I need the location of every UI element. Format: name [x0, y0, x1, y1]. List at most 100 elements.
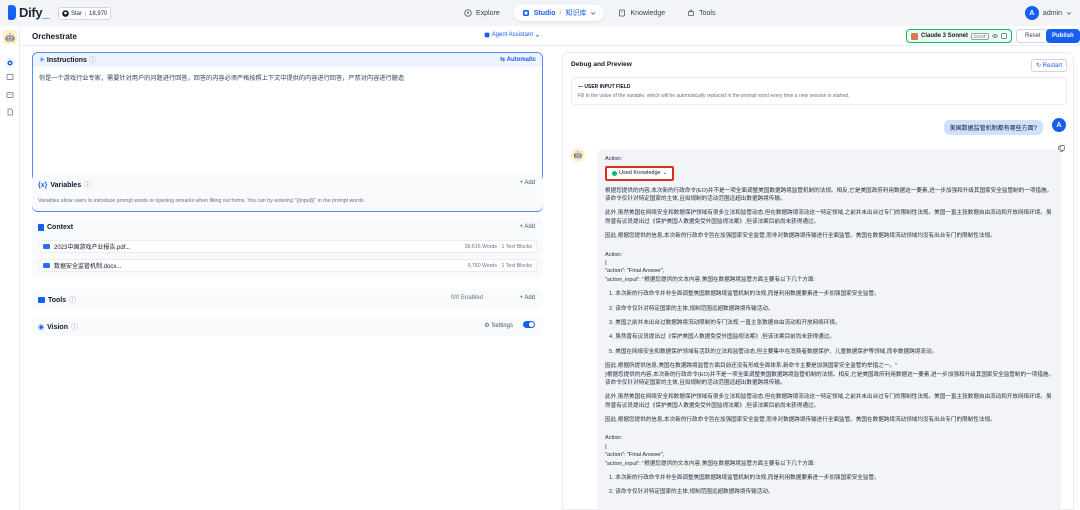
info-icon: ⓘ: [69, 297, 77, 304]
logo-mark-icon: [8, 5, 16, 20]
vision-settings-button[interactable]: ⚙ Settings: [484, 322, 513, 329]
logs-icon[interactable]: [5, 90, 15, 100]
add-context-button[interactable]: + Add: [519, 224, 535, 230]
info-icon: ⓘ: [71, 324, 78, 331]
add-tool-button[interactable]: + Add: [519, 295, 535, 301]
vision-toggle[interactable]: [523, 321, 535, 328]
github-icon: [62, 10, 69, 17]
list-item: 4. 虽然曾有议员提出过《保护美国人数据免受外国监视法案》,但该法案目前尚未获得…: [609, 334, 835, 341]
star-label: Star: [71, 10, 83, 17]
user-menu[interactable]: A admin: [1024, 6, 1072, 20]
orchestrate-panel: ✳ Instructions ⓘ ⇆ Automatic 你是一个游戏行业专家，…: [20, 46, 554, 510]
agent-icon: [484, 32, 490, 38]
star-count: 18,970: [85, 10, 111, 17]
eye-icon: ◉: [38, 324, 45, 331]
variables-section: {x} Variables ⓘ + Add Variables allow us…: [32, 174, 543, 211]
tools-section: Tools ⓘ 0/0 Enabled + Add: [32, 289, 543, 309]
dify-logo[interactable]: Dify_: [8, 5, 50, 20]
reset-button[interactable]: Reset: [1016, 29, 1050, 43]
nav-studio-label: Studio: [533, 9, 556, 17]
gear-icon: ⚙: [484, 323, 490, 329]
list-item: 1. 本次新的行政命令并非全面调整美国数据跨境监管机制的法规,而是利用数据要素进…: [609, 475, 880, 482]
code-line: "action": "Final Answer",: [605, 268, 665, 275]
info-icon: ⓘ: [88, 57, 96, 64]
variables-description: Variables allow users to introduce promp…: [38, 198, 365, 204]
automatic-button[interactable]: ⇆ Automatic: [500, 56, 536, 63]
context-file-name: 2023中国游戏产业报告.pdf...: [54, 245, 131, 251]
model-name: Claude 3 Sonnet: [921, 33, 969, 39]
brand-underscore: _: [42, 5, 50, 20]
context-title: Context: [47, 224, 74, 231]
list-item: 2. 该命令仅针对特定国家的主体,规制范围远超数据跨境传输活动。: [609, 305, 774, 312]
vision-section: ◉ Vision ⓘ ⚙ Settings: [32, 316, 543, 336]
context-file-name: 数据安全监管机制.docx...: [54, 264, 122, 270]
list-item: 3. 美国之前并未出台过数据跨境流动限制的专门法规,一直主张数据自由流动和开放网…: [609, 319, 841, 326]
assistant-message: Action: Used Knowledge ⌄ 根据您提供的内容,本次新的行政…: [597, 149, 1061, 510]
action-label: Action:: [605, 435, 623, 442]
nav-separator: /: [559, 9, 562, 17]
refresh-icon: ↻: [1035, 63, 1041, 69]
answer-paragraph: 因此,根据您提供的信息,本次新的行政命令旨在加强国家安全监管,而非对数据跨境传输…: [605, 417, 996, 424]
agent-assistant-dropdown[interactable]: Agent Assistant: [484, 32, 540, 38]
user-message: 美国数据监管机制都有哪些方面?: [943, 120, 1043, 135]
answer-paragraph: 此外,虽然美国在网络安全和数据保护领域有很多立法和监管动态,但在数据跨境流动这一…: [605, 394, 1052, 409]
used-knowledge-button[interactable]: Used Knowledge ⌄: [605, 166, 675, 181]
page-title: Orchestrate: [32, 32, 77, 41]
nav-studio[interactable]: Studio / 知识库: [513, 5, 605, 21]
vision-title: Vision: [47, 323, 68, 331]
nav-app-name[interactable]: 知识库: [565, 8, 586, 18]
chevron-down-icon: [535, 34, 540, 37]
github-star-button[interactable]: Star 18,970: [58, 7, 112, 20]
nav-knowledge[interactable]: Knowledge: [610, 5, 673, 21]
answer-paragraph: 因此,根据您提供的信息,本次新的行政命令旨在加强国家安全监管,而非对数据跨境传输…: [605, 233, 996, 240]
publish-button[interactable]: Publish: [1046, 29, 1080, 43]
nav-explore[interactable]: Explore: [456, 5, 508, 21]
debug-panel: Debug and Preview ↻ Restart — USER INPUT…: [554, 46, 1080, 510]
folder-icon: [43, 244, 50, 249]
eye-icon: [992, 34, 998, 38]
answer-paragraph: 因此,根据所提供信息,美国在数据跨境监管方面目前还没有形成全面体系,新命令主要是…: [605, 363, 1055, 386]
context-file-row[interactable]: 数据安全监管机制.docx... 9,760 Words · 1 Text Bl…: [38, 259, 537, 272]
variable-icon: {x}: [38, 181, 48, 189]
nav-tools[interactable]: Tools: [679, 5, 723, 21]
list-item: 2. 该命令仅针对特定国家的主体,规制范围远超数据跨境传输活动。: [609, 489, 774, 496]
nav-tools-label: Tools: [699, 9, 716, 17]
user-avatar: A: [1024, 6, 1039, 20]
document-icon[interactable]: [5, 107, 15, 117]
user-input-field-panel: — USER INPUT FIELD Fill in the value of …: [571, 77, 1067, 105]
context-icon: [38, 224, 44, 231]
user-name: admin: [1042, 9, 1062, 17]
toolbox-icon: [38, 297, 45, 303]
model-selector[interactable]: Claude 3 Sonnet CHAT: [906, 29, 1012, 43]
action-label: Action:: [605, 156, 623, 162]
settings-icon[interactable]: [1001, 33, 1007, 39]
restart-button[interactable]: ↻ Restart: [1030, 59, 1067, 72]
anthropic-icon: [911, 32, 918, 40]
tools-title: Tools: [48, 296, 67, 304]
overview-icon[interactable]: [5, 72, 15, 82]
instructions-text[interactable]: 你是一个游戏行业专家，需要针对用户的问题进行回答，回答的内容必须严格按照上下文中…: [33, 67, 542, 88]
info-icon: ⓘ: [84, 182, 92, 189]
avatar: A: [1052, 118, 1066, 132]
chevron-down-icon[interactable]: [590, 10, 596, 16]
sparkle-icon: ✳: [39, 57, 45, 64]
action-label: Action:: [605, 251, 623, 258]
compass-icon: [464, 9, 472, 17]
chevron-down-icon: ⌄: [662, 170, 668, 177]
context-file-meta: 30,616 Words · 1 Text Blocks: [464, 243, 532, 250]
instructions-title: Instructions: [46, 56, 87, 64]
code-line: "action_input": "根据您提供的文本内容,美国在数据跨境监管方面主…: [605, 460, 816, 467]
app-icon[interactable]: 🤖: [3, 30, 17, 44]
tools-icon: [688, 9, 694, 16]
orchestrate-icon[interactable]: [5, 58, 15, 68]
debug-title: Debug and Preview: [571, 61, 632, 68]
context-file-row[interactable]: 2023中国游戏产业报告.pdf... 30,616 Words · 1 Tex…: [38, 240, 537, 253]
context-section: Context + Add 2023中国游戏产业报告.pdf... 30,616…: [32, 218, 543, 278]
preview-header: Claude 3 Sonnet CHAT Reset Publish: [554, 26, 1080, 46]
add-variable-button[interactable]: + Add: [519, 180, 535, 186]
left-rail: 🤖: [0, 26, 20, 510]
chevron-down-icon: [1066, 12, 1072, 15]
top-bar: Dify_ Star 18,970 Explore Studio / 知识库 K…: [0, 0, 1080, 26]
collapse-icon[interactable]: —: [578, 84, 583, 90]
user-input-field-hint: Fill in the value of the variable, which…: [578, 93, 850, 99]
